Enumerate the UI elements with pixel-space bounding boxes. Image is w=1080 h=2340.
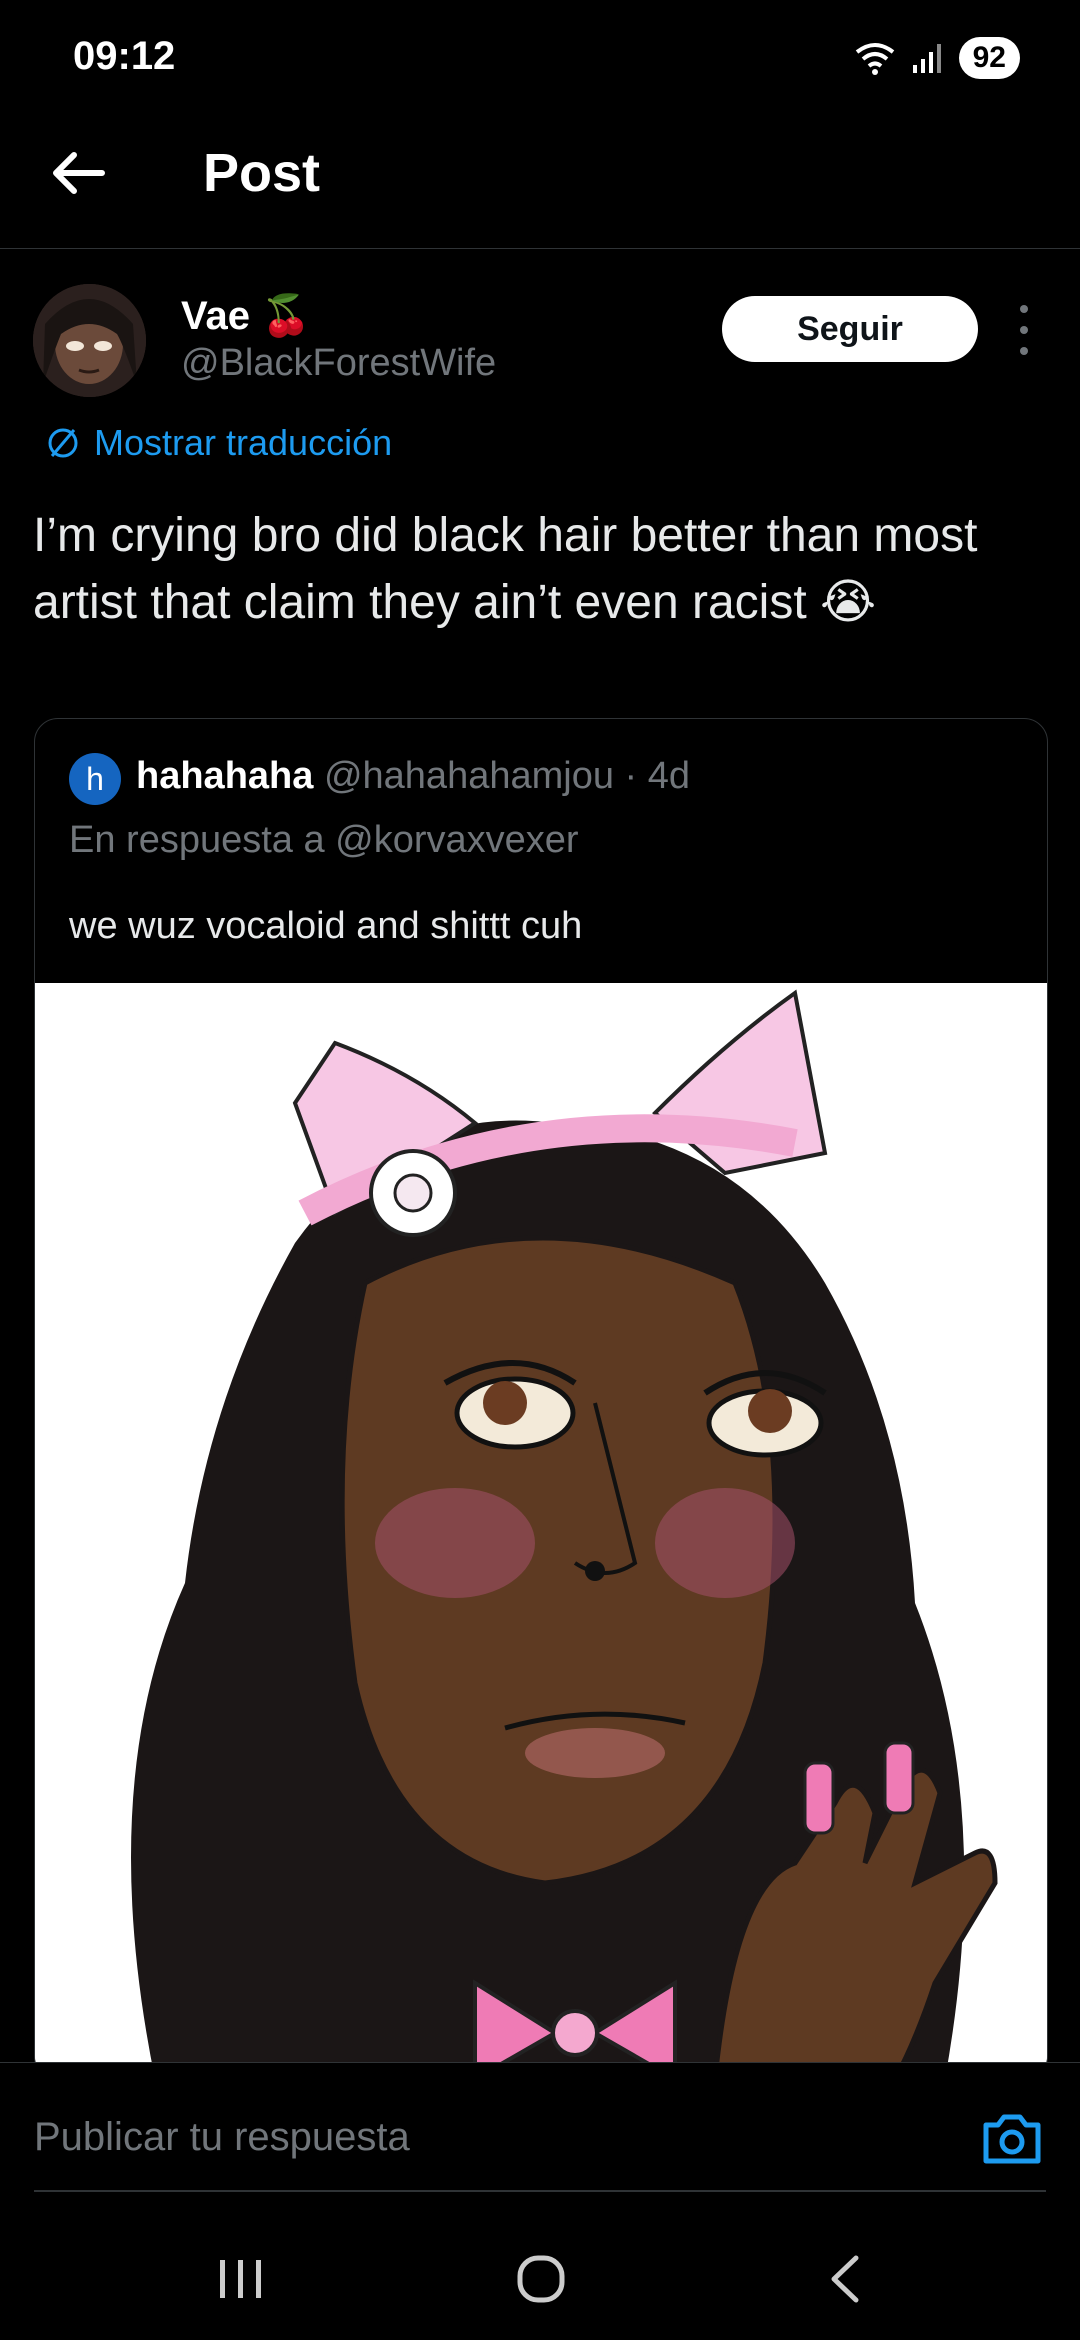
status-icons: 92 [853,36,1020,80]
post-text: I’m crying bro did black hair better tha… [33,509,978,629]
show-translation-link[interactable]: Mostrar traducción [46,422,392,464]
translate-label: Mostrar traducción [94,422,393,463]
author-handle[interactable]: @BlackForestWife [181,342,496,385]
illustration [35,983,1047,2079]
home-button[interactable] [516,2254,566,2304]
signal-icon [912,44,941,73]
follow-button[interactable]: Seguir [722,296,978,362]
quoted-post[interactable]: h hahahaha @hahahahamjou · 4d En respues… [34,718,1048,2080]
quoted-time: · 4d [624,755,691,797]
more-options-button[interactable] [1004,305,1044,355]
quoted-text: we wuz vocaloid and shittt cuh [69,905,583,947]
quoted-header: hahahaha @hahahahamjou · 4d [136,755,690,798]
reply-bar: Publicar tu respuesta [0,2062,1080,2213]
reply-underline [34,2190,1046,2192]
quoted-handle: @hahahahamjou [323,755,614,797]
more-dot [1020,347,1028,355]
wifi-icon [855,43,894,75]
translate-icon [48,428,78,458]
quoted-image[interactable] [35,983,1047,2079]
more-dot [1020,326,1028,334]
reply-input[interactable]: Publicar tu respuesta [34,2115,410,2160]
avatar[interactable] [33,284,146,397]
quoted-reply-to: En respuesta a @korvaxvexer [69,819,579,861]
home-icon [517,2255,565,2303]
more-dot [1020,305,1028,313]
avatar-image [33,284,146,397]
quoted-name: hahahaha [136,755,314,797]
back-button[interactable] [44,138,114,208]
status-time: 09:12 [73,34,176,78]
system-navbar [0,2212,1080,2340]
system-back-button[interactable] [826,2254,866,2304]
recents-icon [220,2260,261,2298]
battery-indicator: 92 [958,37,1020,79]
camera-button[interactable] [980,2109,1044,2169]
arrow-left-icon [53,152,105,194]
page-title: Post [203,143,321,203]
author-name-text: Vae [181,294,250,338]
camera-icon [983,2114,1041,2164]
recents-button[interactable] [216,2256,266,2300]
quoted-avatar: h [69,753,121,805]
cherry-emoji: 🍒 [261,294,311,338]
chevron-left-icon [831,2255,859,2303]
header-divider [0,248,1080,249]
author-name[interactable]: Vae 🍒 [181,292,311,339]
